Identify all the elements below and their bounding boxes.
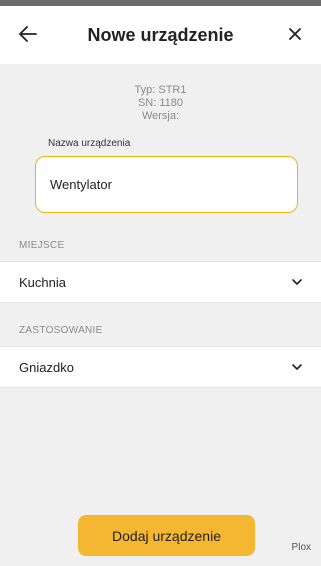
device-name-label: Nazwa urządzenia: [48, 138, 131, 149]
device-info: Typ: STR1 SN: 1180 Wersja:: [0, 84, 321, 123]
place-value: Kuchnia: [19, 274, 66, 290]
usage-label: ZASTOSOWANIE: [19, 325, 103, 336]
device-name-input[interactable]: Wentylator: [35, 156, 298, 213]
page-title: Nowe urządzenie: [87, 24, 234, 45]
back-button[interactable]: [14, 20, 42, 48]
chevron-down-icon: [291, 361, 303, 373]
usage-value: Gniazdko: [19, 359, 74, 375]
device-name-value: Wentylator: [50, 177, 112, 192]
close-button[interactable]: [281, 20, 309, 48]
usage-select[interactable]: Gniazdko: [0, 346, 321, 388]
arrow-left-icon: [19, 26, 37, 42]
brand-logo: Plox: [291, 542, 311, 553]
place-label: MIEJSCE: [19, 240, 65, 251]
chevron-down-icon: [291, 276, 303, 288]
place-select[interactable]: Kuchnia: [0, 261, 321, 303]
device-serial: SN: 1180: [137, 97, 184, 109]
close-icon: [289, 28, 301, 40]
add-device-button[interactable]: Dodaj urządzenie: [78, 515, 255, 556]
device-version: Wersja:: [141, 110, 180, 122]
device-type: Typ: STR1: [134, 84, 187, 96]
app-header: Nowe urządzenie: [0, 6, 321, 64]
